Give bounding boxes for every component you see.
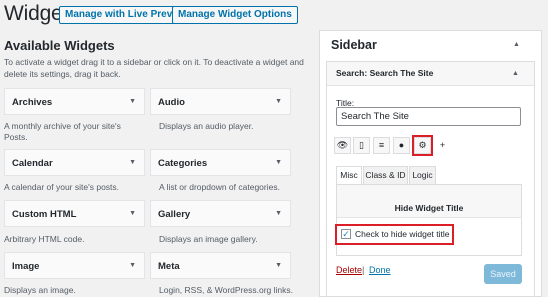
chevron-down-icon[interactable]: ▼ [275, 98, 282, 105]
manage-widget-options-button[interactable]: Manage Widget Options [172, 6, 298, 24]
available-widgets-title: Available Widgets [4, 38, 115, 53]
widget-image[interactable]: Image ▼ [4, 252, 145, 279]
link-separator: | [362, 265, 365, 275]
widget-description: A monthly archive of your site's Posts. [4, 121, 121, 142]
chevron-down-icon[interactable]: ▼ [275, 159, 282, 166]
checkbox-highlight-box [335, 224, 454, 245]
widget-archives[interactable]: Archives ▼ [4, 88, 145, 115]
widget-calendar[interactable]: Calendar ▼ [4, 149, 145, 176]
title-input[interactable] [336, 107, 521, 126]
widget-description: Displays an audio player. [159, 121, 254, 131]
widget-categories[interactable]: Categories ▼ [150, 149, 291, 176]
widget-title: Meta [158, 261, 180, 272]
tab-logic[interactable]: Logic [409, 166, 436, 185]
widget-title: Categories [158, 158, 208, 169]
widget-title: Custom HTML [12, 209, 77, 220]
widget-title: Gallery [158, 209, 191, 220]
search-widget-prefix: Search: [336, 68, 368, 78]
widget-title: Image [12, 261, 40, 272]
delete-link[interactable]: Delete [336, 265, 362, 275]
widget-description: Displays an image gallery. [159, 234, 258, 244]
chevron-down-icon[interactable]: ▼ [129, 262, 136, 269]
widget-gallery[interactable]: Gallery ▼ [150, 200, 291, 227]
saved-button[interactable]: Saved [484, 264, 522, 284]
gear-highlight-box [412, 135, 433, 156]
mobile-icon[interactable]: ▯ [353, 137, 370, 154]
chevron-up-icon[interactable]: ▲ [513, 41, 520, 48]
hide-title-section [337, 185, 521, 218]
tab-misc[interactable]: Misc [336, 166, 362, 185]
widget-description: Displays an image. [4, 285, 76, 295]
search-widget-name: Search The Site [369, 68, 434, 78]
align-icon[interactable]: ≡ [373, 137, 390, 154]
widget-description: Arbitrary HTML code. [4, 234, 85, 244]
widget-title: Archives [12, 97, 53, 108]
chevron-down-icon[interactable]: ▼ [129, 159, 136, 166]
chevron-down-icon[interactable]: ▼ [129, 210, 136, 217]
sidebar-title[interactable]: Sidebar [331, 38, 377, 52]
widget-description: A list or dropdown of categories. [159, 182, 280, 192]
widget-title: Audio [158, 97, 185, 108]
widget-audio[interactable]: Audio ▼ [150, 88, 291, 115]
available-widgets-description: To activate a widget drag it to a sideba… [4, 57, 304, 79]
widget-description: Login, RSS, & WordPress.org links. [159, 285, 294, 295]
chevron-up-icon[interactable]: ▲ [512, 70, 519, 77]
tab-class-id[interactable]: Class & ID [363, 166, 408, 185]
chevron-down-icon[interactable]: ▼ [275, 262, 282, 269]
widget-custom-html[interactable]: Custom HTML ▼ [4, 200, 145, 227]
hide-title-heading: Hide Widget Title [394, 203, 464, 213]
plus-icon[interactable]: + [434, 137, 451, 154]
search-widget-header-title: Search: Search The Site [336, 68, 433, 78]
done-link[interactable]: Done [369, 265, 391, 275]
user-icon[interactable]: ● [393, 137, 410, 154]
chevron-down-icon[interactable]: ▼ [275, 210, 282, 217]
eye-icon[interactable]: 👁 [334, 137, 351, 154]
widget-meta[interactable]: Meta ▼ [150, 252, 291, 279]
widget-description: A calendar of your site's posts. [4, 182, 120, 192]
widget-title: Calendar [12, 158, 53, 169]
chevron-down-icon[interactable]: ▼ [129, 98, 136, 105]
